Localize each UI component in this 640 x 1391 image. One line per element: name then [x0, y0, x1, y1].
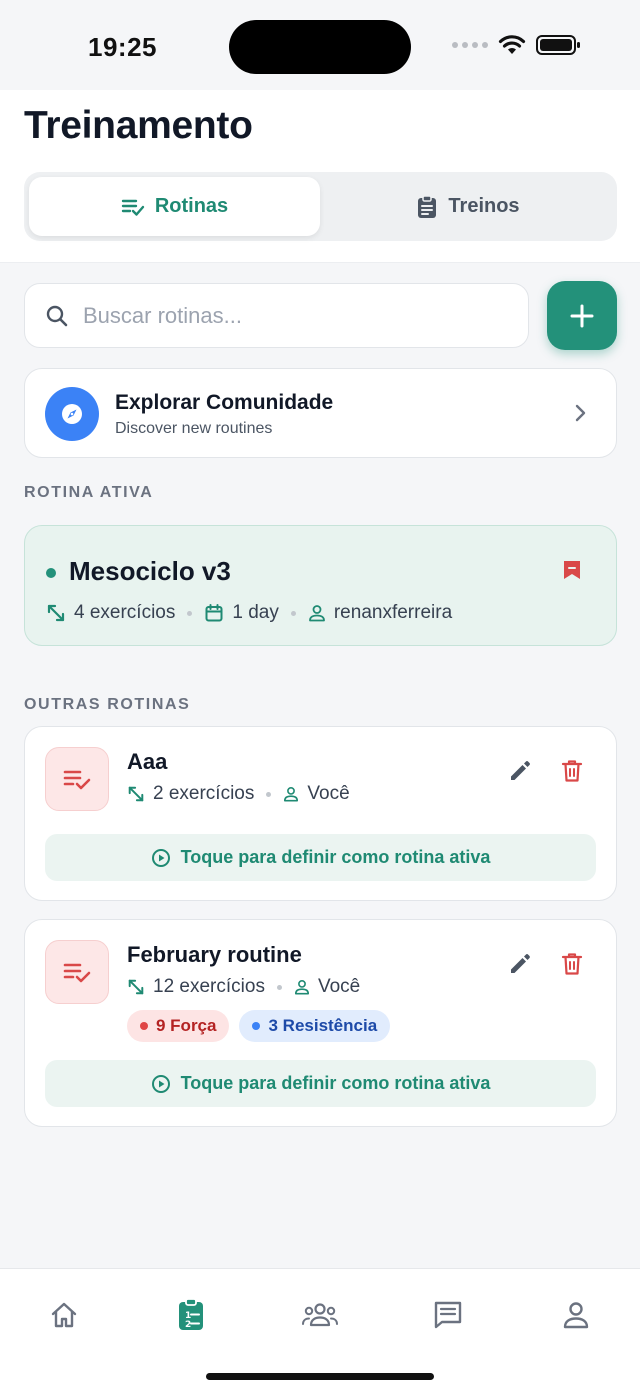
routine-icon [45, 747, 109, 811]
play-circle-icon [151, 1074, 170, 1093]
active-exercise-count: 4 exercícios [74, 602, 176, 623]
tab-home[interactable] [44, 1295, 84, 1335]
set-active-button[interactable]: Toque para definir como rotina ativa [45, 834, 596, 881]
playlist-check-icon [63, 963, 91, 983]
compass-icon [45, 387, 99, 441]
active-author: renanxferreira [333, 602, 453, 623]
other-section-label: OUTRAS ROTINAS [24, 696, 191, 713]
chevron-right-icon [575, 404, 586, 422]
active-routine-name: Mesociclo v3 [69, 556, 231, 586]
user-icon [284, 786, 299, 802]
user-icon [294, 979, 309, 995]
status-bar: 19:25 [0, 0, 640, 90]
set-active-label: Toque para definir como rotina ativa [180, 1073, 491, 1093]
tag-forca-label: 9 Força [156, 1016, 217, 1035]
calendar-icon [205, 604, 223, 622]
tab-messages[interactable] [428, 1295, 468, 1335]
tab-profile[interactable] [556, 1295, 596, 1335]
tab-treinos[interactable]: Treinos [324, 177, 612, 236]
edit-icon[interactable] [508, 952, 532, 976]
active-indicator [46, 568, 56, 578]
chat-icon [434, 1301, 462, 1329]
trash-icon[interactable] [561, 952, 583, 976]
explore-subtitle: Discover new routines [115, 420, 273, 437]
routine-exercise-count: 12 exercícios [153, 976, 265, 997]
edit-icon[interactable] [508, 759, 532, 783]
expand-arrows-icon [47, 604, 65, 622]
playlist-check-icon [121, 199, 145, 216]
group-icon [302, 1303, 338, 1327]
set-active-button[interactable]: Toque para definir como rotina ativa [45, 1060, 596, 1107]
search-box[interactable] [24, 283, 529, 348]
tag-forca: 9 Força [127, 1010, 230, 1042]
tag-resistencia-label: 3 Resistência [268, 1016, 378, 1035]
routine-meta: 2 exercícios Você [127, 783, 350, 805]
wifi-icon [498, 35, 526, 54]
home-indicator [206, 1373, 434, 1380]
tab-community[interactable] [300, 1295, 340, 1335]
tag-dot [252, 1022, 261, 1030]
status-time: 19:25 [88, 32, 157, 62]
profile-icon [563, 1302, 589, 1329]
bottom-tab-bar: 1 2 [0, 1268, 640, 1391]
tag-dot [140, 1022, 148, 1030]
home-icon [51, 1302, 77, 1328]
routine-card-february[interactable]: February routine 12 exercícios Você 9 Fo… [24, 919, 617, 1127]
segmented-control: Rotinas Treinos [24, 172, 617, 241]
routine-author: Você [307, 783, 350, 804]
tab-rotinas-label: Rotinas [154, 195, 229, 217]
active-routine-card[interactable]: Mesociclo v3 4 exercícios 1 day renanxfe… [24, 525, 617, 646]
svg-text:2: 2 [185, 1320, 191, 1330]
battery-icon [536, 35, 580, 55]
active-section-label: ROTINA ATIVA [24, 484, 154, 501]
bookmark-icon[interactable] [562, 559, 582, 581]
explore-title: Explorar Comunidade [115, 391, 334, 414]
add-routine-button[interactable] [547, 281, 617, 350]
expand-arrows-icon [128, 979, 144, 995]
active-days: 1 day [232, 602, 279, 623]
tab-rotinas[interactable]: Rotinas [29, 177, 320, 236]
page-title: Treinamento [24, 104, 253, 147]
routine-name: Aaa [127, 749, 168, 774]
explore-community-card[interactable]: Explorar Comunidade Discover new routine… [24, 368, 617, 458]
plus-icon [570, 304, 594, 327]
search-icon [46, 305, 68, 326]
trash-icon[interactable] [561, 759, 583, 783]
active-routine-meta: 4 exercícios 1 day renanxferreira [46, 602, 452, 624]
signal-icon [452, 42, 488, 48]
search-input[interactable] [83, 302, 483, 329]
routine-tags: 9 Força 3 Resistência [127, 1010, 391, 1042]
routine-author: Você [317, 976, 361, 997]
routine-icon [45, 940, 109, 1004]
user-icon [308, 605, 325, 622]
dynamic-island [229, 20, 411, 74]
clipboard-icon [418, 194, 437, 218]
tab-treinos-label: Treinos [448, 195, 520, 217]
clipboard-list-icon: 1 2 [179, 1298, 203, 1330]
routine-card-aaa[interactable]: Aaa 2 exercícios Você Toque para definir… [24, 726, 617, 901]
page-header: Treinamento Rotinas Treinos [0, 90, 640, 263]
expand-arrows-icon [128, 786, 144, 802]
status-icons [452, 34, 582, 56]
play-circle-icon [151, 848, 170, 867]
tag-resistencia: 3 Resistência [239, 1010, 391, 1042]
routine-exercise-count: 2 exercícios [153, 783, 255, 804]
playlist-check-icon [63, 770, 91, 790]
routine-name: February routine [127, 942, 302, 967]
set-active-label: Toque para definir como rotina ativa [180, 847, 491, 867]
tab-training[interactable]: 1 2 [171, 1295, 211, 1335]
routine-meta: 12 exercícios Você [127, 976, 360, 998]
